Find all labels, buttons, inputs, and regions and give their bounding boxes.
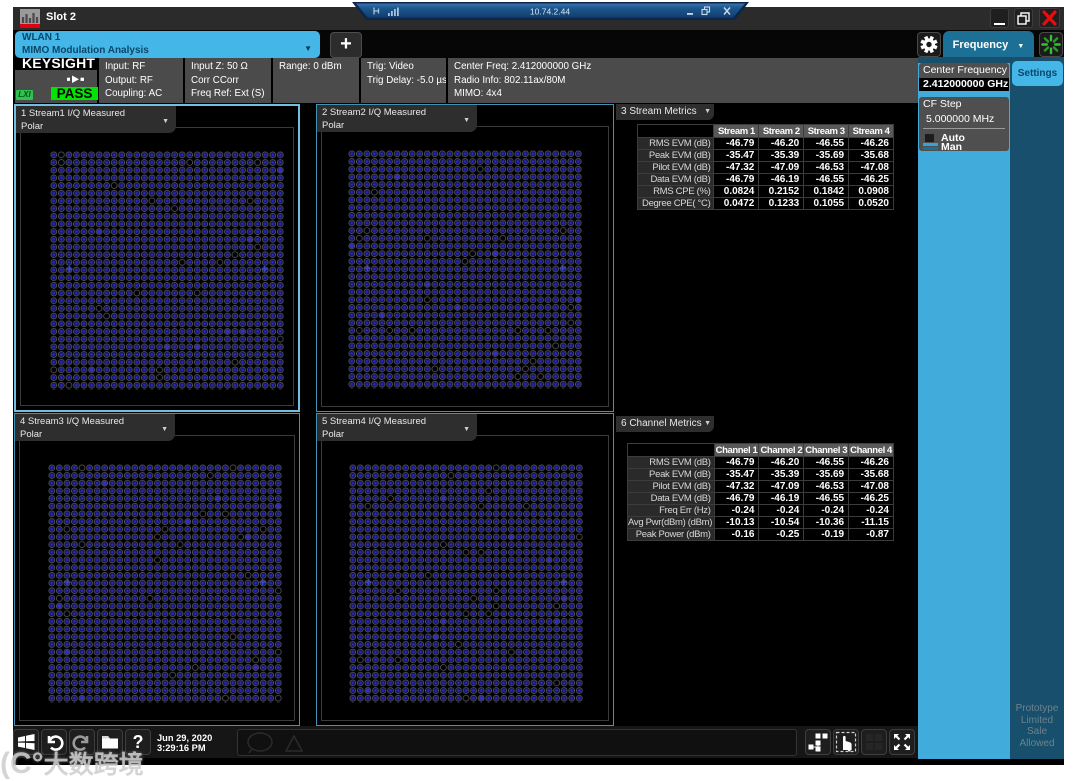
svg-text:10.74.2.44: 10.74.2.44 [530,7,570,17]
